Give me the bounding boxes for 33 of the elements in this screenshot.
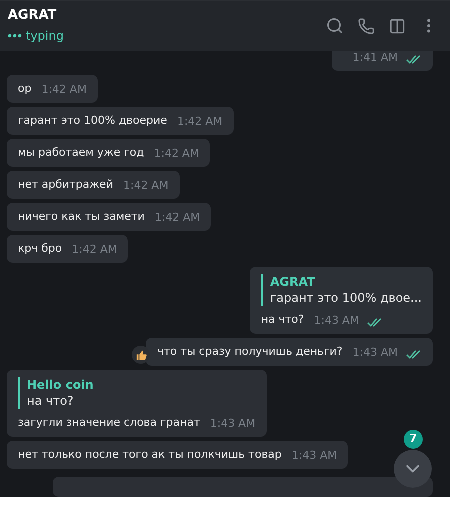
chat-title: AGRAT bbox=[8, 8, 58, 24]
phone-icon[interactable] bbox=[358, 18, 375, 34]
message-time: 1:43 AM bbox=[210, 417, 256, 431]
typing-dots-icon bbox=[8, 34, 22, 38]
message-text: нет арбитражей bbox=[18, 177, 114, 193]
message-time: 1:43 AM bbox=[292, 449, 338, 463]
message-time: 1:42 AM bbox=[123, 179, 169, 193]
typing-status: typing bbox=[26, 28, 64, 44]
message-text: мы работаем уже год bbox=[18, 145, 144, 161]
message-text: крч бро bbox=[18, 241, 62, 257]
search-icon[interactable] bbox=[326, 17, 344, 35]
message-text: ор bbox=[18, 81, 32, 97]
message-time: 1:42 AM bbox=[154, 147, 200, 161]
message-time: 1:41 AM bbox=[352, 51, 398, 65]
scroll-down-button[interactable] bbox=[394, 450, 432, 488]
reply-text: на что? bbox=[27, 393, 75, 409]
message-time: 1:43 AM bbox=[352, 346, 398, 360]
message-text: ничего как ты замети bbox=[18, 209, 145, 225]
message-text: что ты сразу получишь деньги? bbox=[157, 344, 343, 360]
message-text: гарант это 100% двоерие bbox=[18, 113, 168, 129]
message-text: на что? bbox=[261, 312, 304, 328]
unread-badge: 7 bbox=[404, 430, 423, 449]
message-time: 1:42 AM bbox=[177, 115, 223, 129]
message-time: 1:42 AM bbox=[154, 211, 200, 225]
message-time: 1:42 AM bbox=[42, 83, 87, 97]
reply-text: гарант это 100% двое... bbox=[270, 290, 422, 306]
message-time: 1:43 AM bbox=[314, 314, 360, 328]
reply-author: Hello coin bbox=[27, 377, 95, 393]
message-text: загугли значение слова гранат bbox=[18, 415, 200, 431]
message-time: 1:42 AM bbox=[72, 243, 118, 257]
message-text: нет только после того ак ты полкчишь товар bbox=[18, 447, 282, 463]
side-panel-icon[interactable] bbox=[389, 18, 406, 34]
reply-author: AGRAT bbox=[270, 274, 316, 290]
